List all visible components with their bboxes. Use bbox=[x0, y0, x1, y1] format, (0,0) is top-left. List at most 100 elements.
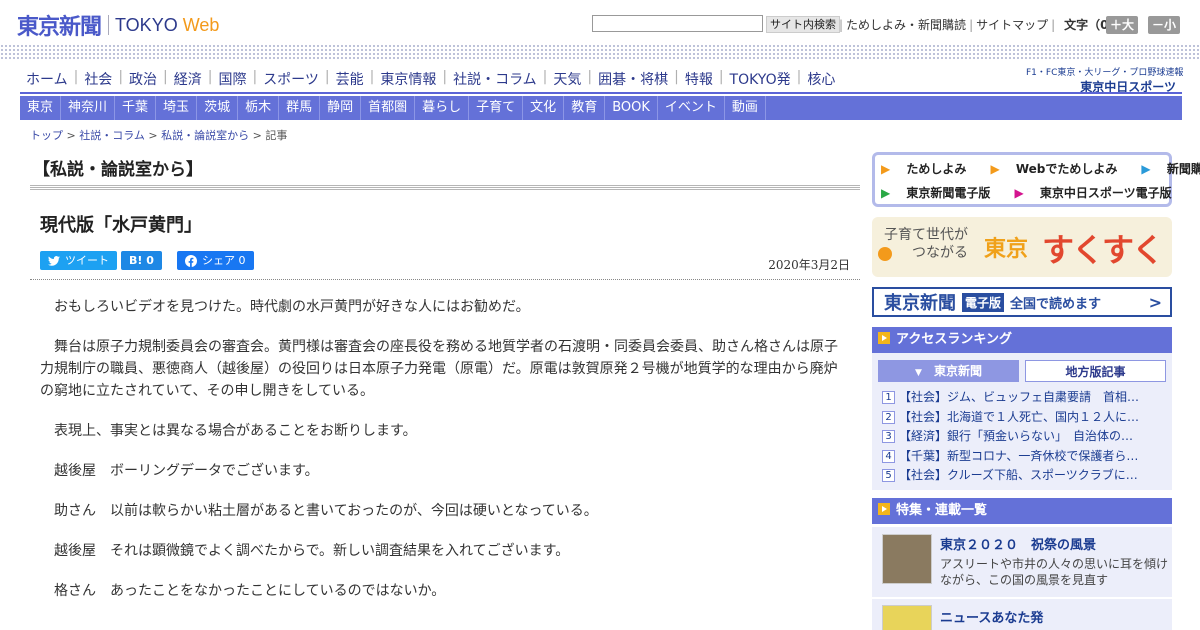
nav-item-entertainment[interactable]: 芸能 bbox=[330, 69, 370, 89]
ranking-item-text: 【千葉】新型コロナ、一斉休校で保護者ら… bbox=[899, 448, 1139, 463]
ranking-item[interactable]: 4 【千葉】新型コロナ、一斉休校で保護者ら… bbox=[882, 447, 1167, 467]
article-body: おもしろいビデオを見つけた。時代劇の水戸黄門が好きな人にはお勧めだ。 舞台は原子… bbox=[40, 296, 850, 620]
ranking-item[interactable]: 1 【社会】ジム、ビュッフェ自粛要請 首相… bbox=[882, 388, 1167, 408]
trial-subscribe-link[interactable]: ためしよみ・新聞購読 bbox=[846, 16, 966, 33]
digital-edition-banner[interactable]: 東京新聞 電子版 全国で読めます > bbox=[872, 287, 1172, 317]
article-paragraph: 助さん 以前は軟らかい粘土層があると書いておったのが、今回は硬いとなっている。 bbox=[54, 503, 598, 519]
logo-en: TOKYO Web bbox=[115, 15, 219, 36]
sukusuku-banner[interactable]: 子育て世代が つながる 東京 すくすく bbox=[872, 217, 1172, 277]
nav-item-society[interactable]: 社会 bbox=[78, 69, 118, 89]
sitemap-link[interactable]: サイトマップ bbox=[976, 16, 1048, 33]
font-smaller-button[interactable]: －小 bbox=[1148, 16, 1181, 34]
logo-web: Web bbox=[182, 14, 220, 35]
arrow-bullet-icon bbox=[878, 503, 890, 515]
nav-item-home[interactable]: ホーム bbox=[20, 69, 74, 89]
digital-banner-title: 東京新聞 bbox=[884, 293, 956, 314]
nav-item-editorial[interactable]: 社説・コラム bbox=[447, 69, 543, 89]
nav-region-kanagawa[interactable]: 神奈川 bbox=[61, 96, 116, 120]
rank-number: 2 bbox=[882, 410, 895, 424]
subscribe-link[interactable]: ▶ 新聞購読 bbox=[1141, 160, 1200, 177]
breadcrumb-editorial[interactable]: 社説・コラム bbox=[79, 129, 145, 142]
ranking-item[interactable]: 5 【社会】クルーズ下船、スポーツクラブに… bbox=[882, 466, 1167, 486]
sukusuku-tagline-2: つながる bbox=[912, 245, 968, 261]
chunichi-sports-tagline: F1・FC東京・大リーグ・プロ野球速報 bbox=[1026, 68, 1184, 78]
arrow-icon: ▶ bbox=[881, 162, 891, 176]
ranking-tab-tokyo[interactable]: ▼ 東京新聞 bbox=[878, 360, 1019, 382]
web-trial-link[interactable]: ▶ Webでためしよみ bbox=[990, 160, 1129, 177]
service-links-row-2: ▶ 東京新聞電子版 ▶ 東京中日スポーツ電子版 bbox=[881, 184, 1196, 201]
arrow-icon: ▶ bbox=[990, 162, 1000, 176]
nav-lifestyle[interactable]: 暮らし bbox=[415, 96, 470, 120]
article-title: 現代版「水戸黄門」 bbox=[40, 215, 202, 236]
link-separator: | bbox=[1051, 17, 1056, 32]
nav-item-international[interactable]: 国際 bbox=[212, 69, 252, 89]
breadcrumb-top[interactable]: トップ bbox=[30, 129, 63, 142]
feature-title: ニュースあなた発 bbox=[940, 611, 1044, 626]
font-larger-button[interactable]: ＋大 bbox=[1106, 16, 1139, 34]
nav-item-tokyo-info[interactable]: 東京情報 bbox=[374, 69, 442, 89]
trial-link-label: ためしよみ bbox=[906, 162, 967, 176]
nav-book[interactable]: BOOK bbox=[605, 96, 658, 120]
arrow-bullet-icon bbox=[878, 332, 890, 344]
ranking-tab-tokyo-label: 東京新聞 bbox=[933, 364, 982, 378]
features-title: 特集・連載一覧 bbox=[896, 503, 988, 518]
logo-tokyo: TOKYO bbox=[115, 14, 178, 35]
nav-region-chiba[interactable]: 千葉 bbox=[115, 96, 157, 120]
chunichi-sports-banner[interactable]: F1・FC東京・大リーグ・プロ野球速報 東京中日スポーツ bbox=[1026, 65, 1184, 95]
section-divider bbox=[30, 185, 860, 191]
search-button[interactable]: サイト内検索 bbox=[766, 16, 840, 33]
nav-event[interactable]: イベント bbox=[658, 96, 725, 120]
nav-video[interactable]: 動画 bbox=[725, 96, 766, 120]
search-input[interactable] bbox=[592, 15, 763, 32]
nav-item-go-shogi[interactable]: 囲碁・将棋 bbox=[592, 69, 674, 89]
nav-region-gunma[interactable]: 群馬 bbox=[279, 96, 321, 120]
regional-nav: 東京 神奈川 千葉 埼玉 茨城 栃木 群馬 静岡 首都圏 暮らし 子育て 文化 … bbox=[20, 96, 1182, 120]
trial-link[interactable]: ▶ ためしよみ bbox=[881, 160, 978, 177]
top-links: | ためしよみ・新聞購読 | サイトマップ | 文字（0） bbox=[836, 16, 1121, 33]
nav-culture[interactable]: 文化 bbox=[523, 96, 565, 120]
ranking-item[interactable]: 2 【社会】北海道で１人死亡、国内１２人に… bbox=[882, 408, 1167, 428]
sukusuku-tokyo: 東京 bbox=[984, 237, 1029, 262]
facebook-share-button[interactable]: シェア 0 bbox=[177, 251, 254, 270]
nav-education[interactable]: 教育 bbox=[564, 96, 606, 120]
nav-item-special-report[interactable]: 特報 bbox=[679, 69, 719, 89]
ranking-item[interactable]: 3 【経済】銀行「預金いらない」 自治体の… bbox=[882, 427, 1167, 447]
nav-item-sports[interactable]: スポーツ bbox=[257, 69, 325, 89]
nav-region-shizuoka[interactable]: 静岡 bbox=[320, 96, 362, 120]
ranking-tab-local[interactable]: 地方版記事 bbox=[1025, 360, 1166, 382]
service-links-row-1: ▶ ためしよみ ▶ Webでためしよみ ▶ 新聞購読 bbox=[881, 160, 1200, 177]
feature-thumbnail bbox=[882, 534, 932, 584]
hatena-label: B! 0 bbox=[129, 254, 154, 267]
breadcrumb-shisetsu[interactable]: 私説・論説室から bbox=[161, 129, 249, 142]
nav-region-tochigi[interactable]: 栃木 bbox=[238, 96, 280, 120]
tweet-button[interactable]: ツイート bbox=[40, 251, 117, 270]
feature-item[interactable]: 東京２０２０ 祝祭の風景 アスリートや市井の人々の思いに耳を傾けながら、この国の… bbox=[872, 527, 1172, 597]
digital-edition-link[interactable]: ▶ 東京新聞電子版 bbox=[881, 184, 1002, 201]
nav-parenting[interactable]: 子育て bbox=[469, 96, 524, 120]
article-header-divider bbox=[30, 279, 860, 280]
article-paragraph: 表現上、事実とは異なる場合があることをお断りします。 bbox=[54, 423, 417, 439]
chevron-right-icon: > bbox=[1148, 292, 1162, 312]
nav-region-saitama[interactable]: 埼玉 bbox=[156, 96, 198, 120]
rank-number: 3 bbox=[882, 430, 895, 443]
chunichi-digital-link[interactable]: ▶ 東京中日スポーツ電子版 bbox=[1014, 184, 1183, 201]
sukusuku-tagline: 子育て世代が つながる bbox=[884, 226, 968, 262]
site-logo[interactable]: 東京新聞 TOKYO Web bbox=[17, 9, 219, 41]
nav-region-tokyo[interactable]: 東京 bbox=[20, 96, 62, 120]
nav-item-politics[interactable]: 政治 bbox=[123, 69, 163, 89]
nav-item-weather[interactable]: 天気 bbox=[547, 69, 587, 89]
logo-divider bbox=[108, 15, 110, 35]
article-paragraph: 越後屋 それは顕微鏡でよく調べたからで。新しい調査結果を入れてございます。 bbox=[54, 543, 570, 559]
nav-region-shutoken[interactable]: 首都圏 bbox=[361, 96, 416, 120]
flower-icon bbox=[878, 247, 892, 261]
article-date: 2020年3月2日 bbox=[768, 258, 850, 272]
hatena-bookmark-button[interactable]: B! 0 bbox=[121, 251, 162, 270]
ranking-item-text: 【社会】ジム、ビュッフェ自粛要請 首相… bbox=[899, 390, 1140, 404]
arrow-icon: ▶ bbox=[881, 186, 891, 200]
nav-item-core[interactable]: 核心 bbox=[801, 69, 841, 89]
twitter-bird-icon bbox=[48, 255, 60, 266]
nav-item-tokyo-hatsu[interactable]: TOKYO発 bbox=[724, 69, 797, 89]
nav-region-ibaraki[interactable]: 茨城 bbox=[197, 96, 239, 120]
feature-item[interactable]: ニュースあなた発 bbox=[872, 599, 1172, 630]
nav-item-economy[interactable]: 経済 bbox=[168, 69, 208, 89]
